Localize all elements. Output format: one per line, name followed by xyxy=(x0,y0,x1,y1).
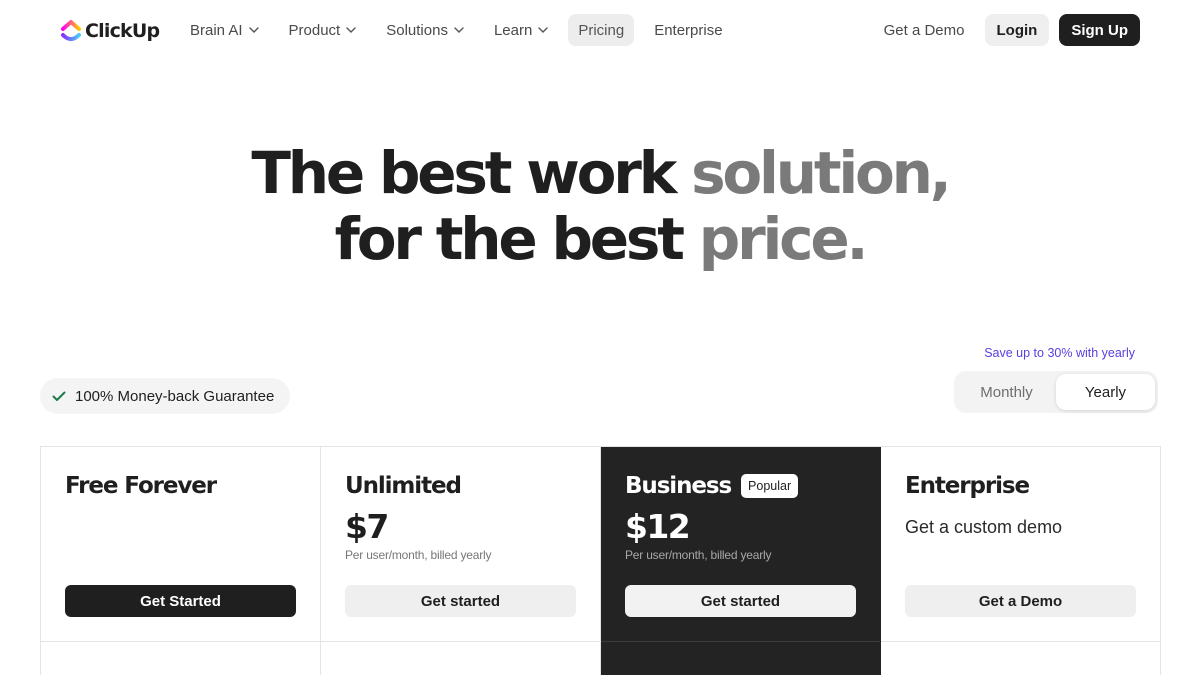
hero-line-2-muted: price. xyxy=(698,205,869,273)
guarantee-label: 100% Money-back Guarantee xyxy=(75,387,275,405)
hero-line-1: The best work solution, xyxy=(0,140,1200,206)
plan-business: Business Popular $12 Per user/month, bil… xyxy=(601,447,881,675)
top-navigation: ClickUp Brain AI Product Solutions Learn… xyxy=(0,0,1200,62)
nav-solutions-label: Solutions xyxy=(386,21,448,39)
nav-enterprise-label: Enterprise xyxy=(654,21,723,39)
nav-links: Brain AI Product Solutions Learn Pricing… xyxy=(180,14,743,46)
hero-line-2: for the best price. xyxy=(0,206,1200,272)
hero-headline: The best work solution, for the best pri… xyxy=(0,140,1200,272)
nav-enterprise[interactable]: Enterprise xyxy=(644,14,732,46)
billing-yearly-option[interactable]: Yearly xyxy=(1056,374,1155,410)
chevron-down-icon xyxy=(454,27,464,33)
login-button[interactable]: Login xyxy=(984,14,1050,46)
plan-price: $7 xyxy=(345,507,389,546)
plan-price-note: Per user/month, billed yearly xyxy=(345,548,492,562)
business-get-started-button[interactable]: Get started xyxy=(625,585,856,617)
plan-unlimited: Unlimited $7 Per user/month, billed year… xyxy=(321,447,601,675)
nav-pricing[interactable]: Pricing xyxy=(568,14,635,46)
billing-period-toggle: Monthly Yearly xyxy=(954,371,1158,413)
nav-brain-ai-label: Brain AI xyxy=(190,21,243,39)
nav-brain-ai[interactable]: Brain AI xyxy=(180,14,269,46)
plan-divider xyxy=(321,641,600,642)
plan-name-text: Business xyxy=(625,473,732,499)
plan-name-text: Enterprise xyxy=(905,473,1030,499)
plan-name-text: Unlimited xyxy=(345,473,462,499)
custom-demo-subtitle: Get a custom demo xyxy=(905,517,1063,537)
billing-monthly-option[interactable]: Monthly xyxy=(957,374,1056,410)
pricing-plans: Free Forever Get Started Unlimited $7 Pe… xyxy=(40,446,1161,675)
money-back-guarantee-badge: 100% Money-back Guarantee xyxy=(40,378,291,414)
plan-enterprise: Enterprise Get a custom demo Get a Demo xyxy=(881,447,1161,675)
hero-line-2-strong: for the best xyxy=(334,205,699,273)
nav-solutions[interactable]: Solutions xyxy=(376,14,474,46)
signup-button[interactable]: Sign Up xyxy=(1059,14,1140,46)
free-get-started-button[interactable]: Get Started xyxy=(65,585,296,617)
save-yearly-note: Save up to 30% with yearly xyxy=(984,346,1135,360)
plan-divider xyxy=(41,641,320,642)
plan-divider xyxy=(881,641,1160,642)
plan-name-text: Free Forever xyxy=(65,473,217,499)
nav-learn[interactable]: Learn xyxy=(484,14,558,46)
hero-line-1-muted: solution, xyxy=(691,139,952,207)
plan-name: Enterprise xyxy=(905,473,1030,499)
plan-price-note: Per user/month, billed yearly xyxy=(625,548,772,562)
get-demo-link[interactable]: Get a Demo xyxy=(884,22,965,39)
plan-name: Unlimited xyxy=(345,473,462,499)
plan-free-forever: Free Forever Get Started xyxy=(41,447,321,675)
chevron-down-icon xyxy=(538,27,549,33)
check-icon xyxy=(52,391,66,402)
chevron-down-icon xyxy=(346,27,356,33)
enterprise-get-demo-button[interactable]: Get a Demo xyxy=(905,585,1136,617)
nav-pricing-label: Pricing xyxy=(578,21,625,39)
hero-line-1-strong: The best work xyxy=(251,139,692,207)
clickup-logo[interactable]: ClickUp xyxy=(60,17,160,45)
logo-text: ClickUp xyxy=(85,20,160,42)
popular-badge: Popular xyxy=(741,474,799,498)
unlimited-get-started-button[interactable]: Get started xyxy=(345,585,576,617)
nav-product[interactable]: Product xyxy=(279,14,367,46)
clickup-logo-icon xyxy=(61,20,81,41)
nav-actions: Get a Demo Login Sign Up xyxy=(884,14,1140,46)
plan-name: Business Popular xyxy=(625,473,799,499)
nav-product-label: Product xyxy=(288,21,341,39)
chevron-down-icon xyxy=(248,27,259,33)
nav-learn-label: Learn xyxy=(493,21,533,39)
plan-price: $12 xyxy=(625,507,691,546)
plan-name: Free Forever xyxy=(65,473,217,499)
plan-divider xyxy=(601,641,880,642)
